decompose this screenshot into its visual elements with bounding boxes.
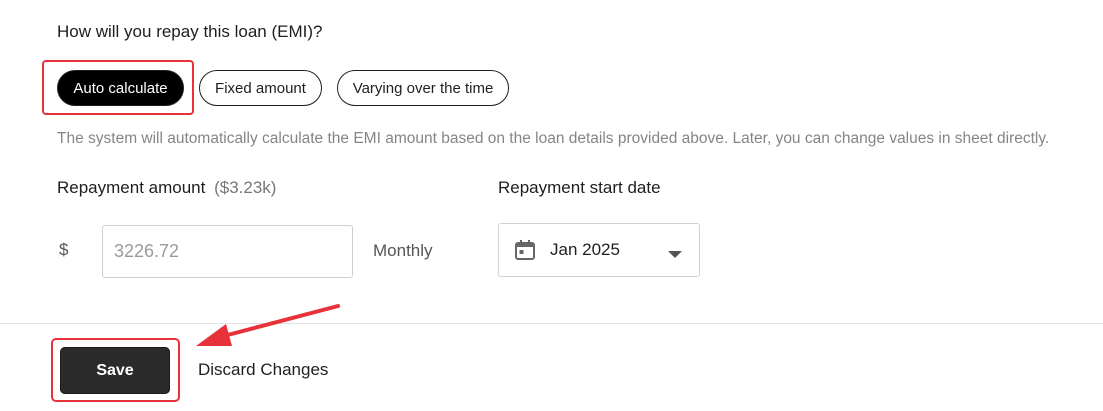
repayment-amount-label: Repayment amount: [57, 178, 206, 197]
option-varying-over-time[interactable]: Varying over the time: [337, 70, 509, 106]
repayment-amount-summary: ($3.23k): [214, 178, 277, 197]
calendar-icon: [513, 238, 537, 267]
annotation-highlight-auto-calculate: [42, 60, 194, 115]
currency-symbol: $: [59, 240, 69, 259]
repayment-frequency: Monthly: [373, 241, 433, 260]
repay-question: How will you repay this loan (EMI)?: [57, 22, 323, 41]
repayment-amount-input[interactable]: [103, 226, 352, 277]
repayment-amount-field[interactable]: [102, 225, 353, 278]
discard-changes-link[interactable]: Discard Changes: [198, 360, 328, 380]
start-date-value: Jan 2025: [550, 240, 620, 259]
annotation-highlight-save: [51, 338, 180, 402]
repay-description: The system will automatically calculate …: [57, 130, 1050, 147]
repayment-start-date-select[interactable]: Jan 2025: [498, 223, 700, 277]
caret-down-icon: [668, 246, 682, 264]
option-fixed-amount[interactable]: Fixed amount: [199, 70, 322, 106]
section-divider: [0, 323, 1103, 324]
repayment-start-date-label: Repayment start date: [498, 178, 661, 197]
repayment-amount-heading: Repayment amount ($3.23k): [57, 178, 276, 198]
annotation-arrow: [196, 304, 340, 346]
